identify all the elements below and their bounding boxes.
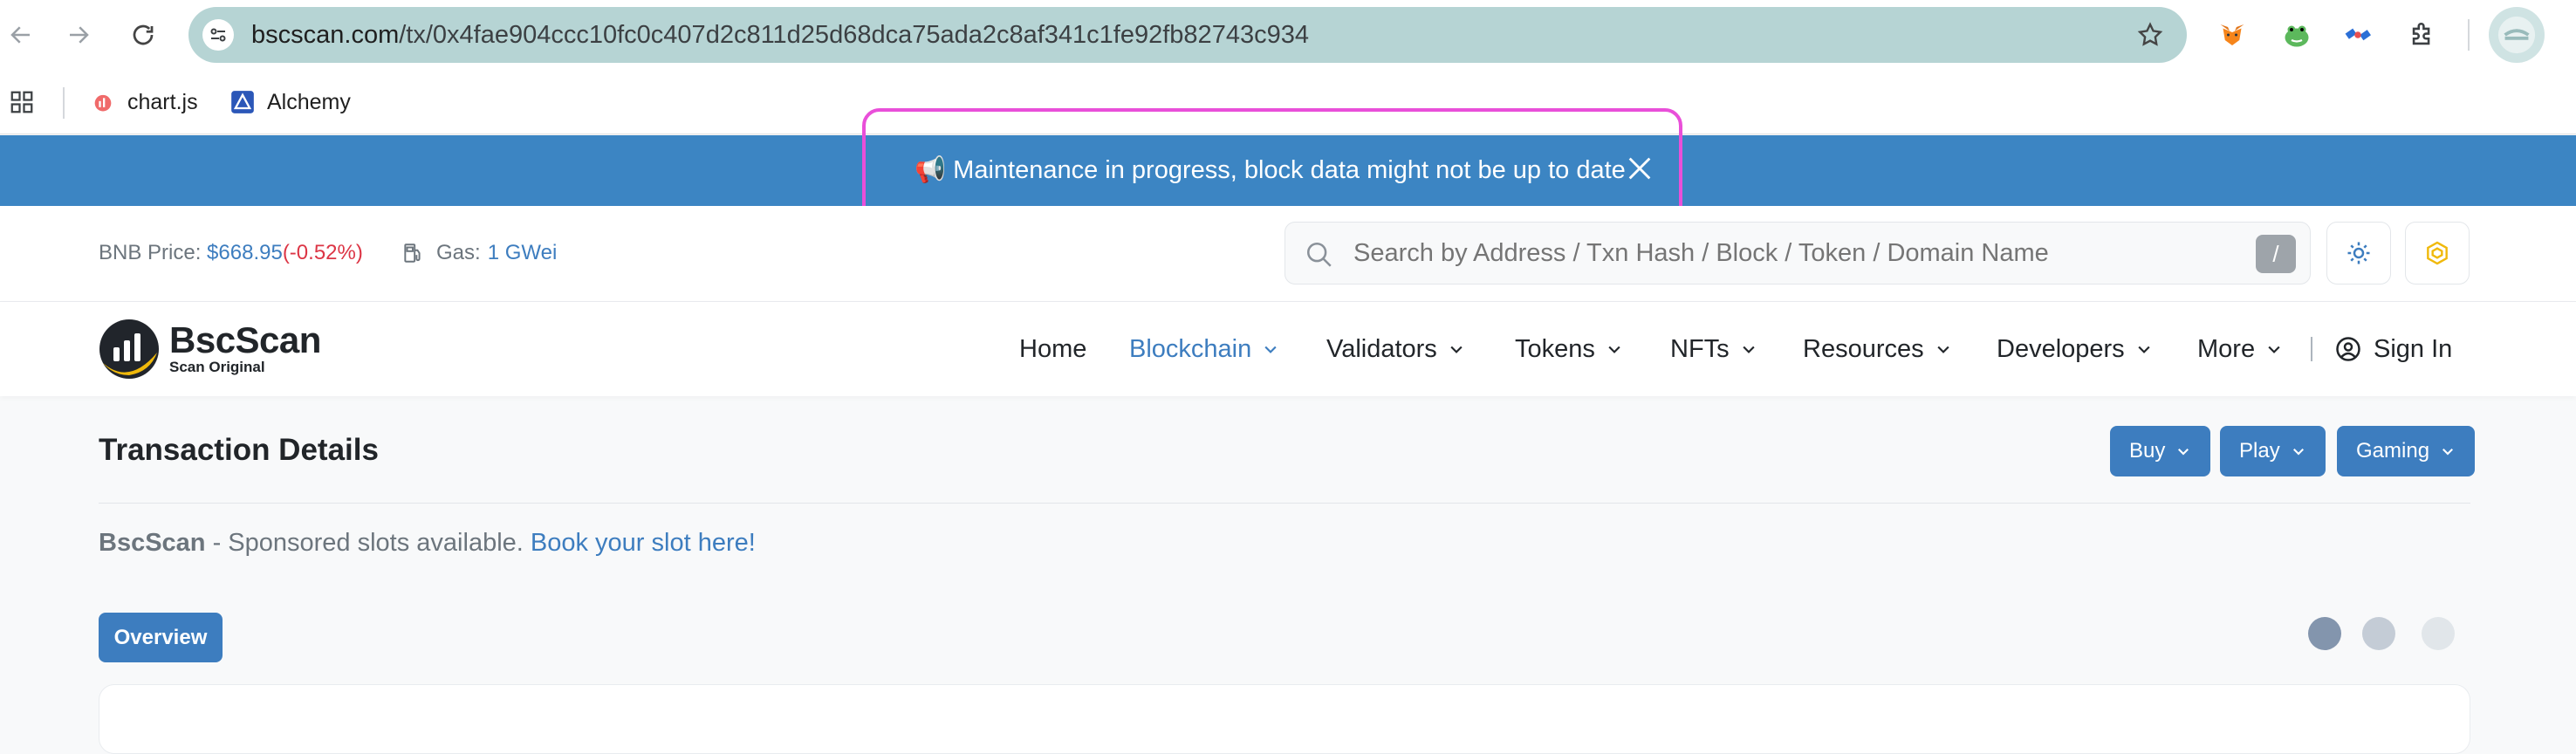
bookmark-alchemy[interactable]: Alchemy xyxy=(230,86,351,119)
alchemy-icon xyxy=(231,91,254,113)
bnb-icon xyxy=(2427,241,2448,265)
nav-resources-label: Resources xyxy=(1803,334,1924,363)
nav-nfts[interactable]: NFTs xyxy=(1670,302,1757,396)
section-divider xyxy=(99,503,2470,504)
nav-validators[interactable]: Validators xyxy=(1326,302,1465,396)
tab-overview[interactable]: Overview xyxy=(99,613,223,662)
logo-name: BscScan xyxy=(169,319,321,360)
logo-tagline: Scan Original xyxy=(169,359,265,375)
nav-home-label: Home xyxy=(1019,334,1087,363)
user-circle-icon xyxy=(2336,337,2360,361)
sponsored-slot-notice: BscScan - Sponsored slots available. Boo… xyxy=(99,529,756,558)
price-value[interactable]: $668.95 xyxy=(207,241,283,264)
profile-avatar[interactable] xyxy=(2489,7,2545,63)
carousel-dot-1[interactable] xyxy=(2308,617,2341,650)
nav-nfts-label: NFTs xyxy=(1670,334,1730,363)
bookmark-label: Alchemy xyxy=(267,89,351,114)
chevron-down-icon xyxy=(2268,346,2280,353)
apps-grid-icon[interactable] xyxy=(9,86,35,119)
reload-button[interactable] xyxy=(126,17,161,52)
bscscan-logo-icon xyxy=(99,319,159,379)
url-path: /tx/0x4fae904ccc10fc0c407d2c811d25d68dca… xyxy=(399,21,1309,49)
bookmark-label: chart.js xyxy=(127,89,198,114)
nav-blockchain[interactable]: Blockchain xyxy=(1129,302,1279,396)
search-shortcut-key: / xyxy=(2256,235,2296,273)
bnb-price: BNB Price: $668.95(-0.52%) xyxy=(99,206,363,300)
nav-tokens[interactable]: Tokens xyxy=(1515,302,1623,396)
bookmark-star-icon[interactable] xyxy=(2136,21,2164,49)
main-navbar: BscScan Scan Original Home Blockchain Va… xyxy=(0,302,2576,396)
search-input[interactable] xyxy=(1353,223,2226,284)
bnb-network-button[interactable] xyxy=(2405,222,2470,284)
metamask-icon[interactable] xyxy=(2213,16,2251,54)
price-change: (-0.52%) xyxy=(282,241,363,264)
url-text[interactable]: bscscan.com/tx/0x4fae904ccc10fc0c407d2c8… xyxy=(251,7,1309,63)
address-bar[interactable]: bscscan.com/tx/0x4fae904ccc10fc0c407d2c8… xyxy=(188,7,2187,63)
carousel-dot-2[interactable] xyxy=(2362,617,2395,650)
chevron-down-icon xyxy=(2178,449,2189,456)
transaction-card xyxy=(99,684,2470,754)
play-dropdown-button[interactable]: Play xyxy=(2220,426,2326,476)
nav-tokens-label: Tokens xyxy=(1515,334,1595,363)
search-box: / xyxy=(1285,222,2311,284)
search-icon xyxy=(1306,242,1332,267)
nav-more-label: More xyxy=(2197,334,2256,363)
chevron-down-icon xyxy=(2442,449,2454,456)
bookmark-chartjs[interactable]: chart.js xyxy=(91,86,198,119)
chevron-down-icon xyxy=(1264,346,1277,353)
bookmarks-divider xyxy=(63,87,65,119)
chevron-down-icon xyxy=(1608,346,1620,353)
bscscan-logo[interactable]: BscScan Scan Original xyxy=(98,318,321,380)
chevron-down-icon xyxy=(1450,346,1463,353)
frog-extension-icon[interactable] xyxy=(2278,16,2316,54)
nav-home[interactable]: Home xyxy=(1019,302,1086,396)
site-info-icon[interactable] xyxy=(202,19,234,51)
sun-icon xyxy=(2347,242,2370,264)
gas-price: Gas: 1 GWei xyxy=(401,206,557,300)
buy-dropdown-button[interactable]: Buy xyxy=(2110,426,2211,476)
puzzle-icon[interactable] xyxy=(2403,16,2442,54)
chevron-down-icon xyxy=(1937,346,1949,353)
sign-in-link[interactable]: Sign In xyxy=(2335,302,2452,396)
browser-toolbar: bscscan.com/tx/0x4fae904ccc10fc0c407d2c8… xyxy=(0,0,2576,70)
chartjs-icon xyxy=(94,94,112,112)
toolbar-divider xyxy=(2468,19,2470,51)
nav-developers[interactable]: Developers xyxy=(1997,302,2153,396)
buy-label: Buy xyxy=(2129,439,2166,463)
url-host: bscscan.com xyxy=(251,21,400,49)
chevron-down-icon xyxy=(2138,346,2150,353)
page-title: Transaction Details xyxy=(99,433,379,467)
chevron-down-icon xyxy=(1743,346,1755,353)
sign-in-label: Sign In xyxy=(2374,334,2453,363)
gas-label: Gas: xyxy=(436,241,481,264)
nav-more[interactable]: More xyxy=(2197,302,2283,396)
nav-divider xyxy=(2311,337,2312,361)
theme-toggle-button[interactable] xyxy=(2326,222,2391,284)
nav-developers-label: Developers xyxy=(1997,334,2125,363)
gaming-dropdown-button[interactable]: Gaming xyxy=(2337,426,2476,476)
nav-blockchain-label: Blockchain xyxy=(1129,334,1252,363)
nav-resources[interactable]: Resources xyxy=(1803,302,1952,396)
profile-icon xyxy=(2497,16,2536,54)
gas-pump-icon xyxy=(404,243,421,263)
play-label: Play xyxy=(2239,439,2280,463)
forward-button[interactable] xyxy=(61,17,96,52)
gaming-label: Gaming xyxy=(2356,439,2430,463)
gas-value[interactable]: 1 GWei xyxy=(488,241,558,265)
back-button[interactable] xyxy=(3,17,38,52)
sponsor-text: - Sponsored slots available. xyxy=(205,529,531,557)
arrow-left-icon xyxy=(10,26,30,44)
nav-validators-label: Validators xyxy=(1326,334,1437,363)
arrow-right-icon xyxy=(70,26,89,44)
price-label: BNB Price: xyxy=(99,241,202,264)
chevron-down-icon xyxy=(2292,449,2304,456)
carousel-dot-3[interactable] xyxy=(2422,617,2455,650)
book-slot-link[interactable]: Book your slot here! xyxy=(531,529,756,557)
satellite-extension-icon[interactable] xyxy=(2339,16,2377,54)
top-info-bar: BNB Price: $668.95(-0.52%) Gas: 1 GWei / xyxy=(0,206,2576,302)
reload-icon xyxy=(133,24,154,45)
sponsor-brand: BscScan xyxy=(99,529,206,557)
